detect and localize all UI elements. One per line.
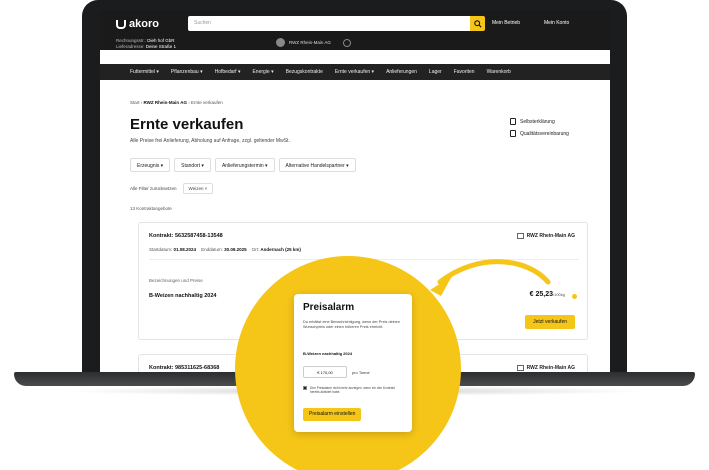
- product-illustration: akoro Suchen Mein Betrieb Mein Konto Rec…: [0, 0, 709, 470]
- price-unit-label: pro Tonne: [352, 370, 370, 375]
- price-alarm-dialog: Preisalarm Du erhältst eine Benachrichti…: [294, 294, 412, 432]
- dialog-description: Du erhältst eine Benachrichtigung, wenn …: [303, 320, 400, 329]
- dialog-product: B-Weizen nachhaltig 2024: [303, 351, 353, 356]
- set-price-alarm-button[interactable]: Preisalarm einstellen: [303, 408, 362, 421]
- dialog-title: Preisalarm: [303, 302, 355, 313]
- checkbox-label: Den Preisalarm nicht mehr anzeigen, wenn…: [310, 386, 395, 394]
- checkbox-icon[interactable]: [303, 386, 307, 390]
- target-price-input[interactable]: € 170,00: [303, 366, 347, 378]
- hide-alarm-checkbox[interactable]: Den Preisalarm nicht mehr anzeigen, wenn…: [303, 386, 403, 394]
